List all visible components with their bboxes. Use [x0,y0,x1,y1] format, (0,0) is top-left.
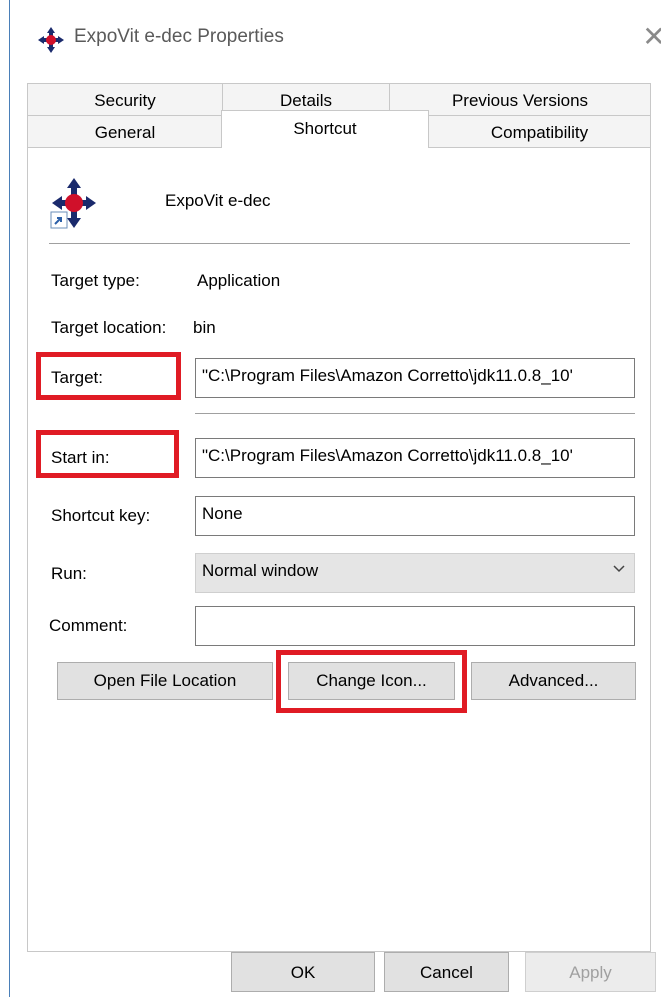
divider [49,243,630,244]
title-bar: ExpoVit e-dec Properties ✕ [10,0,661,74]
tab-security[interactable]: Security [27,83,223,116]
divider [195,413,635,414]
open-file-location-button[interactable]: Open File Location [57,662,273,700]
cancel-button[interactable]: Cancel [384,952,509,992]
tab-label: Details [280,91,332,110]
target-location-value: bin [193,318,216,337]
start-in-label: Start in: [51,448,110,467]
window-title: ExpoVit e-dec Properties [74,26,284,47]
change-icon-button[interactable]: Change Icon... [288,662,455,700]
tab-label: Security [94,91,156,110]
window-border [9,0,10,997]
target-label: Target: [51,368,103,387]
chevron-down-icon [613,565,625,573]
comment-label: Comment: [49,616,128,635]
apply-button[interactable]: Apply [525,952,656,992]
run-select[interactable]: Normal window [195,553,635,593]
start-in-field[interactable]: "C:\Program Files\Amazon Corretto\jdk11.… [195,438,635,478]
app-icon [38,27,64,53]
tab-label: Shortcut [293,119,357,138]
tab-label: Compatibility [490,123,589,142]
close-button[interactable]: ✕ [640,20,661,54]
shortcut-key-field[interactable]: None [195,496,635,536]
tab-shortcut[interactable]: Shortcut [221,110,429,148]
shortcut-key-label: Shortcut key: [51,506,151,525]
target-type-value: Application [197,271,281,290]
tab-compatibility[interactable]: Compatibility [428,115,651,148]
ok-button[interactable]: OK [231,952,375,992]
run-label: Run: [51,564,87,583]
target-field[interactable]: "C:\Program Files\Amazon Corretto\jdk11.… [195,358,635,398]
run-select-value: Normal window [202,561,319,580]
advanced-button[interactable]: Advanced... [471,662,636,700]
shortcut-arrow-icon [50,211,68,229]
properties-window: ExpoVit e-dec Properties ✕ Security Deta… [0,0,661,997]
tab-label: Previous Versions [451,91,589,110]
target-type-label: Target type: [51,271,140,290]
tab-label: General [94,123,156,142]
comment-field[interactable] [195,606,635,646]
tab-general[interactable]: General [27,115,223,148]
shortcut-app-icon [50,178,96,229]
target-location-label: Target location: [51,318,167,337]
close-icon: ✕ [642,21,661,52]
shortcut-name: ExpoVit e-dec [165,191,271,210]
shortcut-panel [27,147,651,952]
